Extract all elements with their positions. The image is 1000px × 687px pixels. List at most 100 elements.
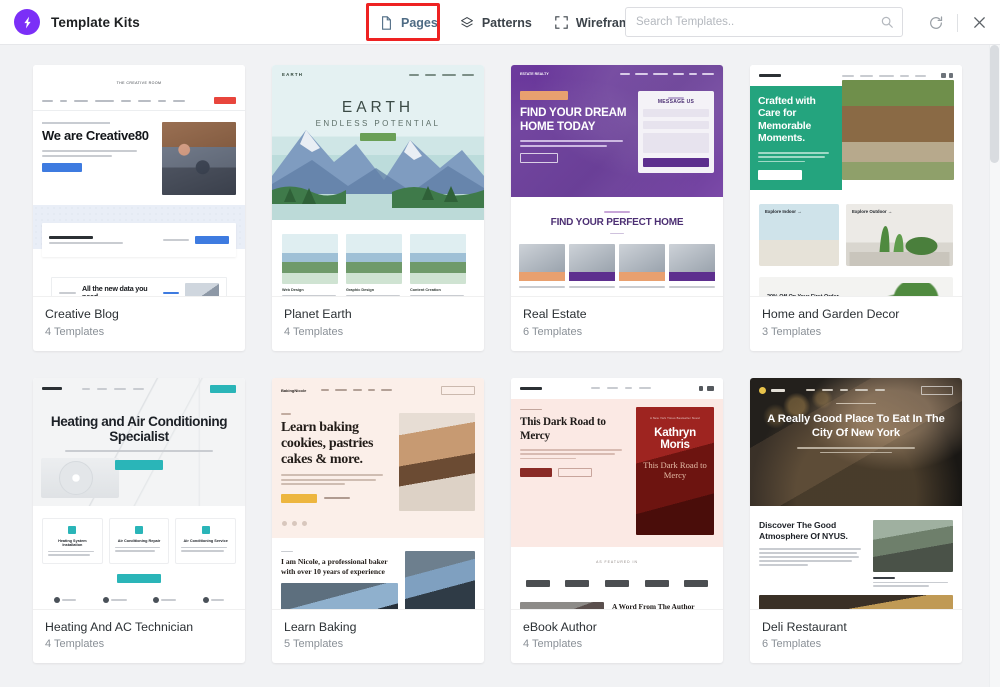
preview-book-cover: A New York Times Bestseller Novel Kathry…: [636, 406, 714, 535]
card-title: Real Estate: [523, 307, 587, 321]
close-icon[interactable]: [970, 14, 988, 32]
tab-pages-label: Pages: [401, 15, 438, 30]
tab-patterns[interactable]: Patterns: [449, 8, 543, 37]
preview-book-top: A New York Times Bestseller Novel: [649, 415, 701, 420]
preview-section-title: FIND YOUR PERFECT HOME: [550, 216, 684, 228]
template-thumbnail-learn-baking: BakingNicole Learn baking cookies, pastr…: [272, 377, 484, 610]
preview-image: [842, 80, 954, 180]
preview-service-title: Air Conditioning Service: [183, 538, 228, 543]
card-title: Learn Baking: [284, 619, 357, 634]
header-tabs: Pages Patterns Wireframes: [368, 0, 655, 45]
preview-section-headline: I am Nicole, a professional baker with o…: [281, 557, 388, 577]
preview-headline: Heating and Air Conditioning Specialist: [50, 413, 228, 445]
preview-form-title: MESSAGE US: [657, 99, 695, 106]
template-thumbnail-real-estate: ESTATE REALTY FIND YOUR DREAM HOME TODAY…: [511, 65, 723, 297]
template-card[interactable]: Heating and Air Conditioning Specialist …: [33, 377, 245, 664]
card-template-count: 6 Templates: [523, 325, 583, 338]
card-meta: Learn Baking 5 Templates: [272, 610, 484, 664]
page-icon: [379, 15, 394, 30]
preview-image: [520, 601, 604, 609]
card-template-count: 4 Templates: [284, 325, 344, 338]
preview-headline: Crafted with Care for Memorable Moments.: [758, 96, 816, 145]
preview-logo: EARTH: [282, 72, 304, 77]
preview-promo: 20% Off On Your First Order: [767, 293, 839, 297]
template-card[interactable]: This Dark Road to Mercy A New York Times…: [511, 377, 723, 664]
card-title: Planet Earth: [284, 307, 352, 321]
preview-image: [399, 412, 475, 511]
card-meta: Deli Restaurant 6 Templates: [750, 610, 962, 664]
search-input[interactable]: [625, 7, 903, 37]
template-thumbnail-heating-ac: Heating and Air Conditioning Specialist …: [33, 377, 245, 610]
card-meta: Home and Garden Decor 3 Templates: [750, 297, 962, 351]
search-box: [625, 7, 903, 37]
card-template-count: 3 Templates: [762, 325, 822, 338]
preview-service-title: Air Conditioning Repair: [117, 538, 161, 543]
template-card[interactable]: BakingNicole Learn baking cookies, pastr…: [272, 377, 484, 664]
template-grid-scroll: THE CREATIVE ROOM We are Creative80 All …: [0, 45, 1000, 687]
preview-headline: Learn baking cookies, pastries cakes & m…: [281, 419, 374, 467]
template-thumbnail-creative-blog: THE CREATIVE ROOM We are Creative80 All …: [33, 65, 245, 297]
template-thumbnail-home-garden: Crafted with Care for Memorable Moments.: [750, 65, 962, 297]
refresh-icon[interactable]: [927, 14, 945, 32]
preview-section-headline: A Word From The Author: [612, 601, 695, 610]
preview-feature-title: Graphic Design: [346, 288, 375, 292]
template-card[interactable]: THE CREATIVE ROOM We are Creative80 All …: [33, 65, 245, 351]
card-meta: Creative Blog 4 Templates: [33, 297, 245, 351]
preview-footer-headline: All the new data you need: [82, 284, 148, 297]
preview-book-title: This Dark Road to Mercy: [643, 459, 707, 481]
card-meta: Planet Earth 4 Templates: [272, 297, 484, 351]
preview-logos-kicker: AS FEATURED IN: [596, 559, 638, 564]
preview-feature-title: Content Creation: [410, 288, 441, 292]
app-title: Template Kits: [51, 14, 140, 30]
card-template-count: 4 Templates: [45, 325, 105, 338]
page-scrollbar[interactable]: [989, 45, 1000, 687]
preview-nav: [33, 92, 245, 111]
preview-headline: FIND YOUR DREAM HOME TODAY: [520, 106, 627, 133]
preview-image: [162, 122, 236, 195]
card-meta: Real Estate 6 Templates: [511, 297, 723, 351]
frame-icon: [554, 15, 569, 30]
preview-headline: EARTH: [341, 99, 415, 116]
template-card[interactable]: ESTATE REALTY FIND YOUR DREAM HOME TODAY…: [511, 65, 723, 351]
preview-service-title: Heating System Installation: [58, 538, 87, 547]
card-title: Creative Blog: [45, 307, 119, 321]
header-divider: [957, 13, 958, 32]
card-template-count: 6 Templates: [762, 638, 822, 651]
preview-logo-icon: [759, 386, 766, 394]
card-title: Heating And AC Technician: [45, 619, 194, 634]
preview-headline: This Dark Road to Mercy: [520, 416, 606, 442]
card-title: Home and Garden Decor: [762, 307, 900, 321]
tab-patterns-label: Patterns: [481, 15, 532, 30]
preview-image: [873, 519, 953, 572]
template-card[interactable]: A Really Good Place To Eat In The City O…: [750, 377, 962, 664]
preview-logo: THE CREATIVE ROOM: [116, 81, 162, 85]
preview-headline: A Really Good Place To Eat In The City O…: [767, 413, 945, 440]
bolt-circle-icon: [14, 9, 40, 35]
preview-tile-label: Explore Outdoor →: [852, 209, 893, 215]
card-meta: Heating And AC Technician 4 Templates: [33, 610, 245, 664]
card-title: eBook Author: [523, 619, 597, 634]
template-grid: THE CREATIVE ROOM We are Creative80 All …: [33, 65, 972, 664]
card-template-count: 4 Templates: [45, 638, 105, 651]
preview-feature-title: Web Design: [282, 288, 304, 292]
template-card[interactable]: EARTH EARTH ENDLESS POTENTIAL Web Design…: [272, 65, 484, 351]
card-template-count: 5 Templates: [284, 638, 344, 651]
template-thumbnail-deli-restaurant: A Really Good Place To Eat In The City O…: [750, 377, 962, 610]
preview-subheadline: ENDLESS POTENTIAL: [315, 119, 441, 128]
preview-tile-label: Explore Indoor →: [765, 209, 802, 215]
header-actions: [927, 0, 988, 45]
preview-book-author: Kathryn Moris: [654, 425, 696, 451]
preview-logo: BakingNicole: [281, 387, 307, 393]
preview-headline: We are Creative80: [42, 128, 149, 143]
scrollbar-thumb[interactable]: [990, 45, 999, 163]
layers-icon: [460, 15, 475, 30]
brand: Template Kits: [14, 9, 140, 35]
template-thumbnail-ebook-author: This Dark Road to Mercy A New York Times…: [511, 377, 723, 610]
app-header: Template Kits Pages Patterns Wireframes …: [0, 0, 1000, 45]
card-meta: eBook Author 4 Templates: [511, 610, 723, 664]
template-card[interactable]: Crafted with Care for Memorable Moments.: [750, 65, 962, 351]
template-thumbnail-planet-earth: EARTH EARTH ENDLESS POTENTIAL Web Design…: [272, 65, 484, 297]
card-title: Deli Restaurant: [762, 619, 847, 634]
card-template-count: 4 Templates: [523, 638, 583, 651]
tab-pages[interactable]: Pages: [368, 8, 449, 37]
